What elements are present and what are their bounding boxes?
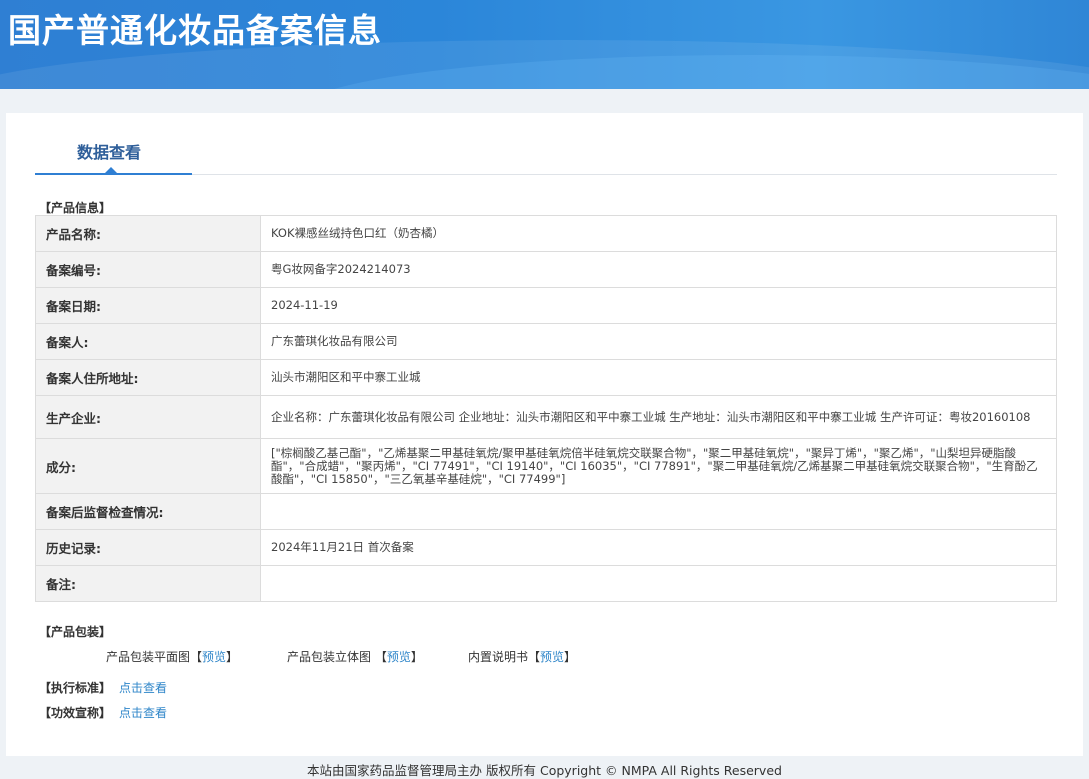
row-value: 企业名称：广东蕾琪化妆品有限公司 企业地址：汕头市潮阳区和平中寨工业城 生产地址… [260, 395, 1057, 439]
preview-link[interactable]: 预览 [387, 650, 411, 664]
product-info-table: 产品名称: KOK裸感丝绒持色口红（奶杏橘） 备案编号: 粤G妆网备字20242… [35, 215, 1057, 602]
header-banner: 国产普通化妆品备案信息 [0, 0, 1089, 89]
row-value: 广东蕾琪化妆品有限公司 [260, 323, 1057, 360]
efficacy-row: 【功效宣称】 点击查看 [39, 704, 167, 721]
tab-bar: 数据查看 [35, 137, 1057, 175]
page-title: 国产普通化妆品备案信息 [8, 11, 382, 50]
footer-copyright: 本站由国家药品监督管理局主办 版权所有 Copyright © NMPA All… [307, 763, 782, 778]
row-label: 备注: [35, 565, 261, 602]
table-row: 备注: [35, 565, 1057, 602]
row-value: ["棕榈酸乙基己酯"，"乙烯基聚二甲基硅氧烷/聚甲基硅氧烷倍半硅氧烷交联聚合物"… [260, 438, 1057, 494]
table-row: 备案编号: 粤G妆网备字2024214073 [35, 251, 1057, 288]
efficacy-view-link[interactable]: 点击查看 [119, 706, 167, 720]
row-value [260, 493, 1057, 530]
row-label: 备案编号: [35, 251, 261, 288]
table-row: 备案人: 广东蕾琪化妆品有限公司 [35, 323, 1057, 360]
preview-link[interactable]: 预览 [202, 650, 226, 664]
tab-data-view[interactable]: 数据查看 [35, 137, 192, 175]
table-row: 成分: ["棕榈酸乙基己酯"，"乙烯基聚二甲基硅氧烷/聚甲基硅氧烷倍半硅氧烷交联… [35, 438, 1057, 494]
package-item: 产品包装立体图 【预览】 [287, 650, 423, 664]
package-item-label: 产品包装立体图 [287, 650, 375, 664]
row-label: 备案人住所地址: [35, 359, 261, 396]
row-value: KOK裸感丝绒持色口红（奶杏橘） [260, 215, 1057, 252]
efficacy-label: 【功效宣称】 [39, 706, 112, 720]
package-item-label: 产品包装平面图 [106, 650, 191, 664]
row-value [260, 565, 1057, 602]
table-row: 备案日期: 2024-11-19 [35, 287, 1057, 324]
preview-link[interactable]: 预览 [540, 650, 564, 664]
table-row: 历史记录: 2024年11月21日 首次备案 [35, 529, 1057, 566]
package-item: 内置说明书【预览】 [468, 650, 577, 664]
package-item: 产品包装平面图【预览】 [106, 650, 239, 664]
row-label: 备案日期: [35, 287, 261, 324]
table-row: 备案后监督检查情况: [35, 493, 1057, 530]
row-value: 2024-11-19 [260, 287, 1057, 324]
table-row: 产品名称: KOK裸感丝绒持色口红（奶杏橘） [35, 215, 1057, 252]
product-info-title: 【产品信息】 [39, 201, 112, 215]
standard-label: 【执行标准】 [39, 681, 112, 695]
row-label: 生产企业: [35, 395, 261, 439]
row-value: 2024年11月21日 首次备案 [260, 529, 1057, 566]
package-item-label: 内置说明书 [468, 650, 529, 664]
row-value: 粤G妆网备字2024214073 [260, 251, 1057, 288]
content-card: 数据查看 【产品信息】 产品名称: KOK裸感丝绒持色口红（奶杏橘） 备案编号:… [6, 113, 1083, 756]
row-value: 汕头市潮阳区和平中寨工业城 [260, 359, 1057, 396]
row-label: 成分: [35, 438, 261, 494]
tab-label: 数据查看 [77, 143, 142, 162]
table-row: 生产企业: 企业名称：广东蕾琪化妆品有限公司 企业地址：汕头市潮阳区和平中寨工业… [35, 395, 1057, 439]
row-label: 历史记录: [35, 529, 261, 566]
packaging-title: 【产品包装】 [39, 625, 112, 639]
row-label: 备案后监督检查情况: [35, 493, 261, 530]
row-label: 备案人: [35, 323, 261, 360]
table-row: 备案人住所地址: 汕头市潮阳区和平中寨工业城 [35, 359, 1057, 396]
row-label: 产品名称: [35, 215, 261, 252]
caret-up-icon [105, 167, 117, 173]
standard-view-link[interactable]: 点击查看 [119, 681, 167, 695]
standard-row: 【执行标准】 点击查看 [39, 679, 167, 696]
